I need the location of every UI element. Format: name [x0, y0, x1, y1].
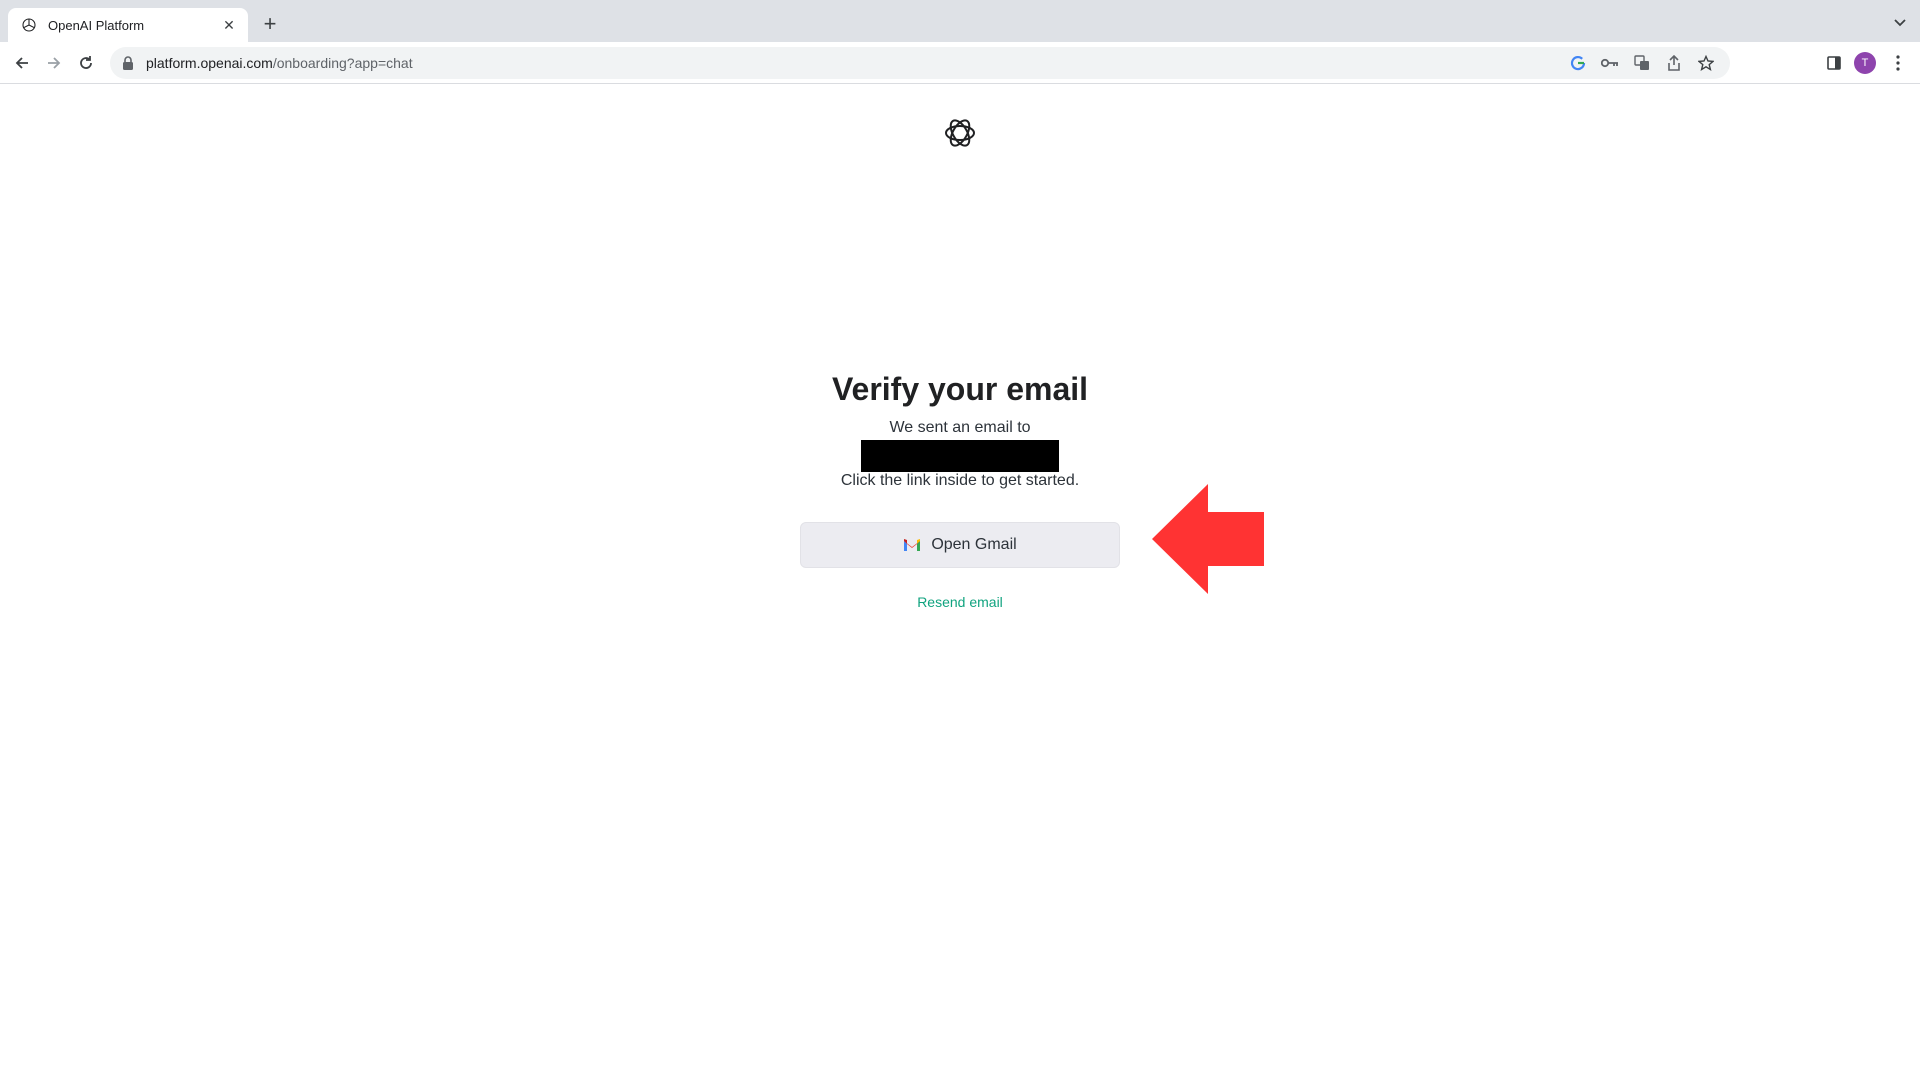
back-arrow-icon[interactable]: [10, 51, 34, 75]
google-icon[interactable]: [1568, 53, 1588, 73]
password-key-icon[interactable]: [1600, 53, 1620, 73]
tab-strip: OpenAI Platform ✕ +: [0, 0, 1920, 42]
gmail-icon: [903, 538, 921, 552]
reload-icon[interactable]: [74, 51, 98, 75]
page-title: Verify your email: [831, 371, 1089, 407]
translate-icon[interactable]: [1632, 53, 1652, 73]
kebab-menu-icon[interactable]: [1886, 51, 1910, 75]
bookmark-star-icon[interactable]: [1696, 53, 1716, 73]
redacted-email-address: [861, 440, 1059, 472]
profile-initial: T: [1854, 52, 1876, 74]
browser-tab[interactable]: OpenAI Platform ✕: [8, 8, 248, 42]
address-bar[interactable]: platform.openai.com/onboarding?app=chat: [110, 47, 1730, 79]
share-icon[interactable]: [1664, 53, 1684, 73]
side-panel-icon[interactable]: [1822, 51, 1846, 75]
lock-icon[interactable]: [122, 56, 136, 70]
url-domain: platform.openai.com: [146, 55, 273, 71]
openai-favicon-icon: [20, 16, 38, 34]
url-path: /onboarding?app=chat: [272, 55, 413, 71]
tab-title: OpenAI Platform: [48, 17, 145, 33]
red-arrow-annotation-icon: [1150, 482, 1266, 596]
forward-arrow-icon[interactable]: [42, 51, 66, 75]
openai-logo-icon: [943, 116, 977, 150]
verify-email-card: Verify your email We sent an email to Cl…: [760, 368, 1160, 492]
sent-email-text: We sent an email to: [889, 419, 1031, 436]
open-gmail-label: Open Gmail: [931, 536, 1017, 553]
open-gmail-button[interactable]: Open Gmail: [800, 522, 1120, 568]
resend-email-link[interactable]: Resend email: [860, 594, 1060, 610]
browser-toolbar: platform.openai.com/onboarding?app=chat …: [0, 42, 1920, 84]
profile-avatar[interactable]: T: [1853, 51, 1877, 75]
instruction-text: Click the link inside to get started.: [840, 472, 1080, 489]
tab-close-icon[interactable]: ✕: [220, 16, 238, 34]
tab-search-chevron-icon[interactable]: [1892, 14, 1908, 30]
new-tab-button[interactable]: +: [258, 11, 282, 36]
